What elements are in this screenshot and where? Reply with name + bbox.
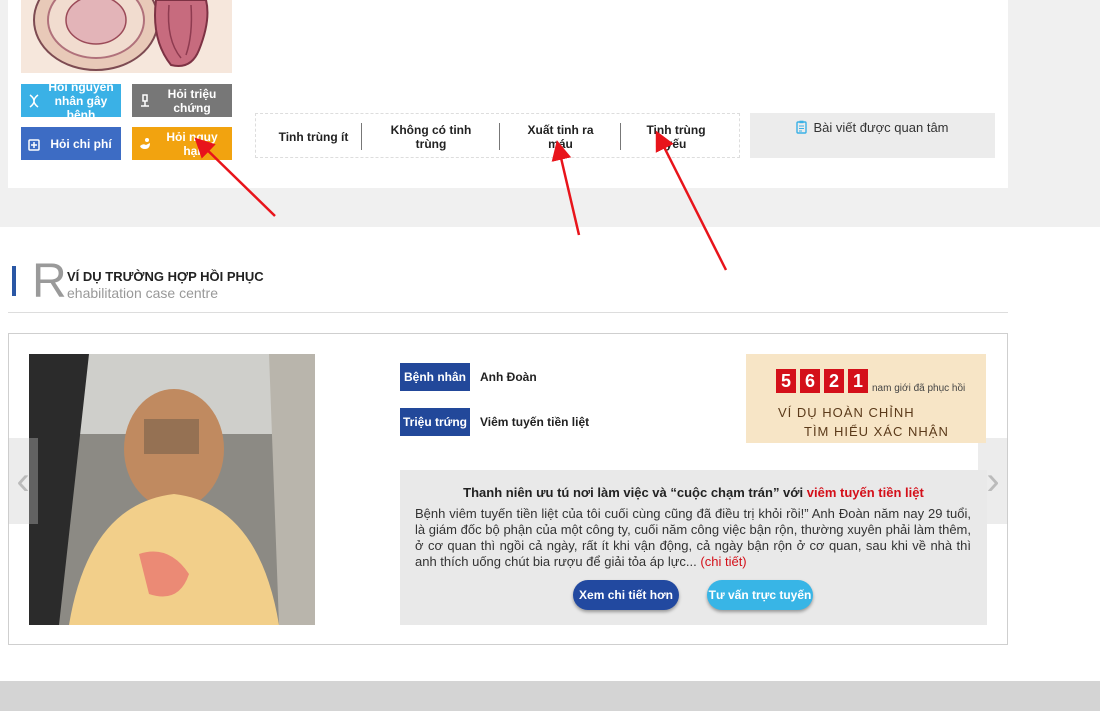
view-details-button[interactable]: Xem chi tiết hơn [573,580,679,610]
section-subtitle: ehabilitation case centre [67,285,218,301]
counter-label: nam giới đã phục hồi [872,383,966,394]
recovery-counter-banner[interactable]: 5 6 2 1 nam giới đã phục hồi VÍ DỤ HOÀN … [746,354,986,443]
read-more-link[interactable]: (chi tiết) [700,554,746,569]
section-divider [8,312,1008,313]
bottom-band [0,681,1100,711]
chevron-left-icon: ‹ [16,458,30,503]
section-accent-bar [12,266,16,296]
banner-line-1: VÍ DỤ HOÀN CHỈNH [778,405,915,420]
online-consult-button[interactable]: Tư vấn trực tuyến [707,580,813,610]
counter-digit: 2 [824,369,844,393]
story-text: Bệnh viêm tuyến tiền liệt của tôi cuối c… [415,506,971,570]
counter-digit: 6 [800,369,820,393]
patient-tag: Bệnh nhân [400,363,470,391]
banner-line-2: TÌM HIỂU XÁC NHẬN [804,424,949,439]
story-title-text: Thanh niên ưu tú nơi làm việc và “cuộc c… [463,485,804,500]
case-story-box: Thanh niên ưu tú nơi làm việc và “cuộc c… [400,470,987,625]
annotation-arrow [194,137,276,217]
symptom-value: Viêm tuyến tiền liệt [480,415,590,429]
annotation-arrow [655,130,728,271]
story-title-highlight[interactable]: viêm tuyến tiền liệt [807,485,924,500]
counter-digit: 1 [848,369,868,393]
story-body: Bệnh viêm tuyến tiền liệt của tôi cuối c… [415,506,971,569]
counter-digit: 5 [776,369,796,393]
annotation-arrow [551,140,581,236]
chevron-right-icon: › [986,458,1000,503]
section-letter: R [32,255,67,308]
story-title: Thanh niên ưu tú nơi làm việc và “cuộc c… [400,485,987,500]
patient-photo [29,354,315,625]
section-title: VÍ DỤ TRƯỜNG HỢP HỒI PHỤC [67,269,264,284]
symptom-tag: Triệu trứng [400,408,470,436]
carousel-prev-button[interactable]: ‹ [8,438,38,524]
patient-name: Anh Đoàn [480,370,537,384]
